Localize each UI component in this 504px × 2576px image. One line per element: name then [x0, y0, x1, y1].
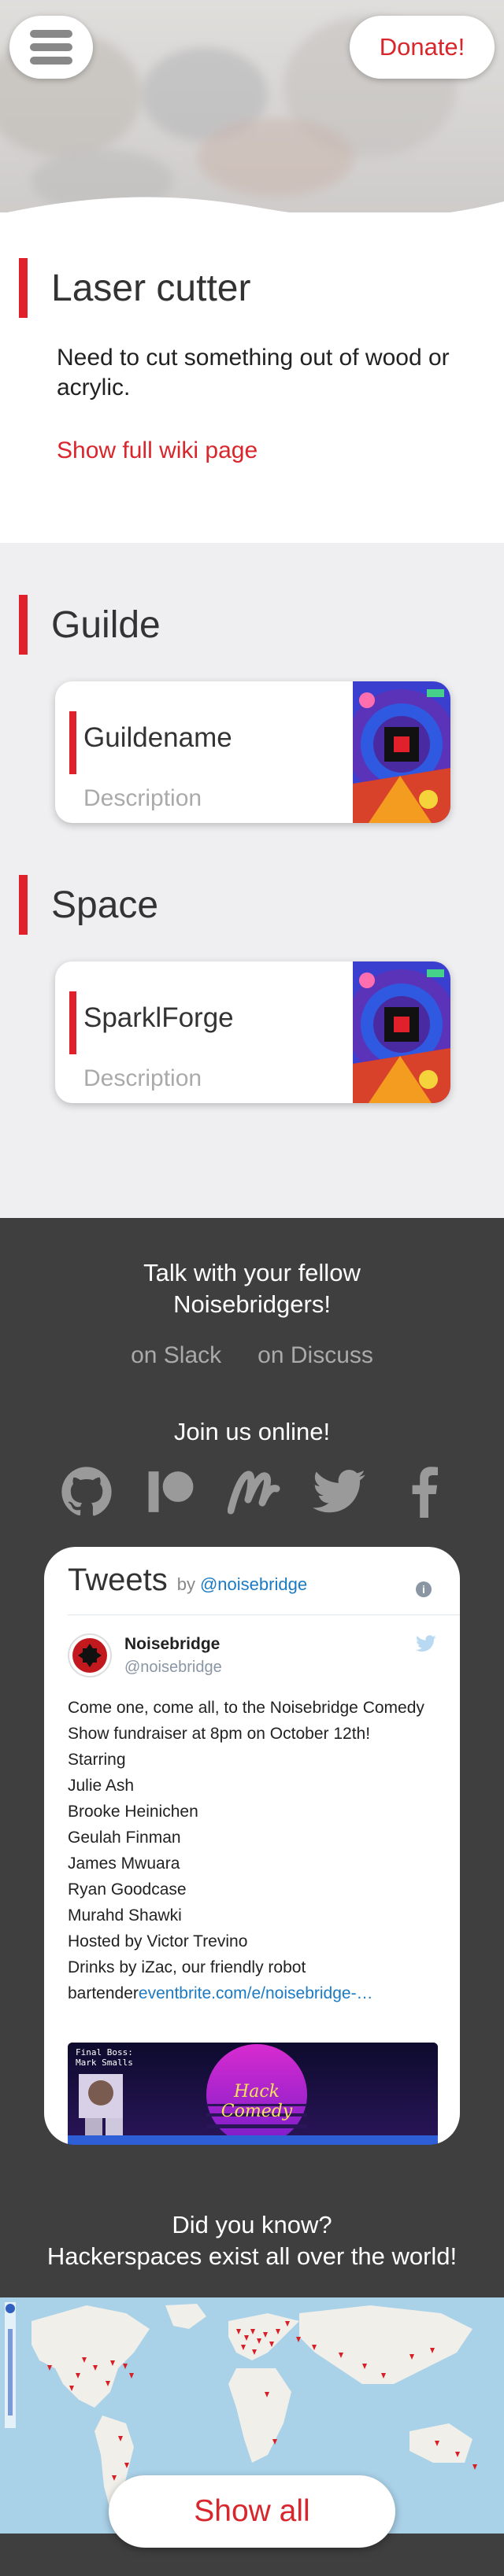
guild-card[interactable]: Guildename Description [55, 681, 450, 823]
avatar[interactable] [68, 1633, 112, 1677]
tweet-line: Hosted by Victor Trevino [68, 1932, 248, 1950]
github-icon[interactable] [58, 1463, 115, 1520]
accent-bar [19, 595, 28, 655]
page-title: Laser cutter [51, 267, 251, 309]
space-image [353, 961, 450, 1103]
tweet-line: Julie Ash [68, 1777, 135, 1795]
tweet-line-last: bartendereventbrite.com/e/noisebridge-… [68, 1980, 436, 2006]
footer-section: Talk with your fellow Noisebridgers! on … [0, 1218, 504, 2576]
tweet-word: bartender [68, 1984, 139, 2002]
talk-line-2: Noisebridgers! [173, 1290, 331, 1318]
tweet-line: Show fundraiser at 8pm on October 12th! [68, 1725, 371, 1743]
laser-description: Need to cut something out of wood or acr… [57, 345, 450, 400]
media-caption-left: Final Boss: Mark Smalls [76, 2047, 133, 2068]
tweet-line: Geulah Finman [68, 1829, 181, 1847]
guild-name: Guildename [83, 722, 232, 753]
space-description: Description [83, 1065, 202, 1091]
tweet-line: James Mwuara [68, 1854, 180, 1873]
meetup-icon[interactable] [227, 1463, 284, 1520]
laser-cutter-section: Laser cutter Need to cut something out o… [0, 212, 504, 543]
space-title-block: Space [19, 875, 158, 935]
twitter-bird-icon[interactable] [416, 1635, 436, 1656]
tweet-line: Ryan Goodcase [68, 1880, 187, 1899]
twitter-icon[interactable] [311, 1463, 368, 1520]
tweet-line: Murahd Shawki [68, 1906, 182, 1925]
space-heading: Space [51, 884, 159, 926]
accent-bar [19, 875, 28, 935]
show-all-button[interactable]: Show all [109, 2475, 395, 2548]
donate-button[interactable]: Donate! [350, 16, 495, 79]
timeline-handle-link[interactable]: @noisebridge [200, 1574, 307, 1595]
guilde-title-block: Guilde [19, 595, 161, 655]
tweet-screen-name[interactable]: @noisebridge [124, 1659, 222, 1677]
media-title: Hack Comedy [220, 2082, 293, 2121]
discuss-link[interactable]: on Discuss [258, 1342, 373, 1369]
twitter-timeline[interactable]: Tweets by @noisebridge i Noisebridge @no… [44, 1547, 460, 2145]
tweet-author[interactable]: Noisebridge [124, 1635, 220, 1654]
facebook-icon[interactable] [395, 1463, 452, 1520]
tweet-media-image[interactable]: Final Boss: Mark Smalls Hack Comedy [68, 2043, 438, 2145]
show-wiki-link[interactable]: Show full wiki page [57, 437, 258, 464]
tweet-line: Brooke Heinichen [68, 1803, 198, 1821]
chat-links: on Slack on Discuss [0, 1342, 504, 1369]
space-name: SparklForge [83, 1002, 234, 1033]
tweet-line: Come one, come all, to the Noisebridge C… [68, 1699, 424, 1717]
laser-wave [0, 500, 504, 536]
slack-link[interactable]: on Slack [131, 1342, 221, 1369]
did-you-know: Did you know? Hackerspaces exist all ove… [0, 2209, 504, 2272]
eventbrite-link[interactable]: eventbrite.com/e/noisebridge-… [139, 1984, 373, 2002]
did-you-know-line-1: Did you know? [172, 2211, 332, 2238]
card-accent-bar [69, 711, 76, 774]
space-card[interactable]: SparklForge Description [55, 961, 450, 1103]
tweet-text: Come one, come all, to the Noisebridge C… [68, 1695, 436, 2006]
laser-title-block: Laser cutter [19, 258, 250, 318]
hamburger-icon [30, 30, 72, 65]
info-icon[interactable]: i [416, 1581, 432, 1597]
social-links [58, 1463, 452, 1520]
tweet-line: Drinks by iZac, our friendly robot [68, 1958, 306, 1976]
timeline-title: Tweets [68, 1563, 168, 1597]
tweet-line: Starring [68, 1751, 126, 1769]
guilde-heading: Guilde [51, 603, 161, 646]
talk-heading: Talk with your fellow Noisebridgers! [0, 1257, 504, 1320]
join-heading: Join us online! [173, 1418, 331, 1445]
did-you-know-line-2: Hackerspaces exist all over the world! [46, 2242, 458, 2270]
patreon-icon[interactable] [143, 1463, 199, 1520]
guild-description: Description [83, 785, 202, 811]
accent-bar [19, 258, 28, 318]
card-accent-bar [69, 991, 76, 1054]
guild-image [353, 681, 450, 823]
talk-line-1: Talk with your fellow [143, 1259, 361, 1286]
timeline-header: Tweets by @noisebridge [68, 1563, 307, 1598]
timeline-by: by [176, 1574, 195, 1594]
menu-button[interactable] [9, 16, 93, 79]
